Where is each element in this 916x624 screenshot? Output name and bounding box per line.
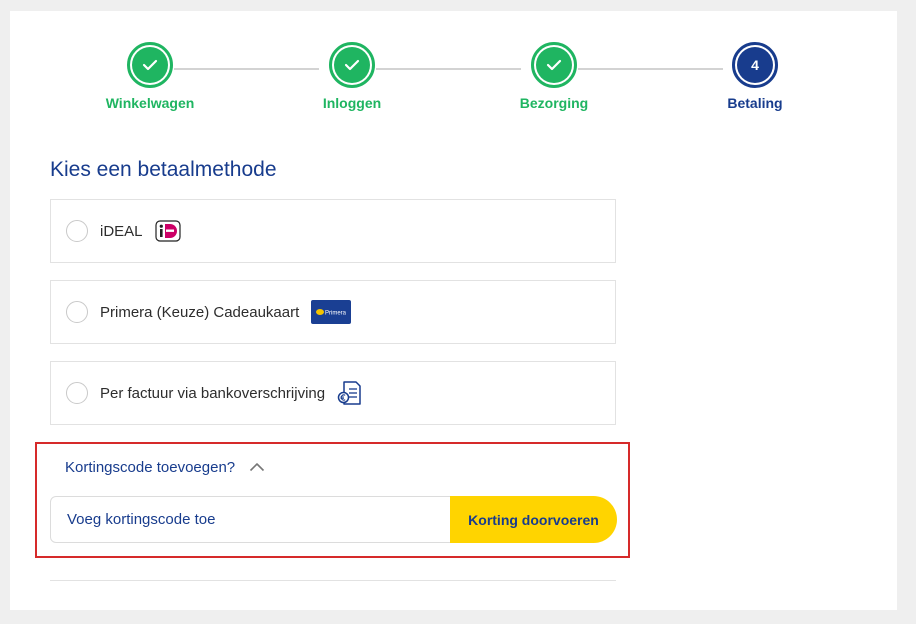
check-icon [546, 59, 562, 71]
invoice-icon [337, 380, 363, 406]
apply-discount-button[interactable]: Korting doorvoeren [450, 496, 617, 543]
ideal-logo-icon [154, 220, 181, 242]
step-number: 4 [737, 47, 773, 83]
step-circle [531, 42, 577, 88]
step-circle [127, 42, 173, 88]
promo-code-toggle[interactable]: Kortingscode toevoegen? [65, 459, 265, 476]
radio-button[interactable] [66, 382, 88, 404]
primera-logo-icon: Primera [311, 300, 352, 324]
check-icon [344, 59, 360, 71]
step-winkelwagen[interactable]: Winkelwagen [90, 42, 210, 111]
promo-code-toggle-label: Kortingscode toevoegen? [65, 459, 236, 476]
payment-option-label: Per factuur via bankoverschrijving [100, 384, 326, 402]
payment-option-primera[interactable]: Primera (Keuze) Cadeaukaart Primera [50, 280, 616, 344]
payment-method-title: Kies een betaalmethode [50, 158, 277, 181]
step-label: Inloggen [322, 95, 382, 111]
payment-option-ideal[interactable]: iDEAL [50, 199, 616, 263]
promo-code-input[interactable] [50, 496, 470, 543]
chevron-up-icon [249, 459, 265, 476]
step-circle [329, 42, 375, 88]
primera-logo-text: Primera [325, 311, 347, 317]
divider [50, 580, 616, 581]
radio-button[interactable] [66, 220, 88, 242]
step-label: Bezorging [519, 95, 589, 111]
step-betaling: 4 Betaling [695, 42, 815, 111]
step-label: Betaling [727, 95, 783, 111]
payment-option-invoice[interactable]: Per factuur via bankoverschrijving [50, 361, 616, 425]
checkout-stepper: Winkelwagen Inloggen Bezorging 4 Betalin… [0, 0, 916, 130]
radio-button[interactable] [66, 301, 88, 323]
step-inloggen[interactable]: Inloggen [292, 42, 412, 111]
payment-option-label: iDEAL [100, 222, 143, 240]
step-bezorging[interactable]: Bezorging [494, 42, 614, 111]
step-label: Winkelwagen [105, 95, 195, 111]
step-circle: 4 [732, 42, 778, 88]
payment-option-label: Primera (Keuze) Cadeaukaart [100, 303, 300, 321]
check-icon [142, 59, 158, 71]
